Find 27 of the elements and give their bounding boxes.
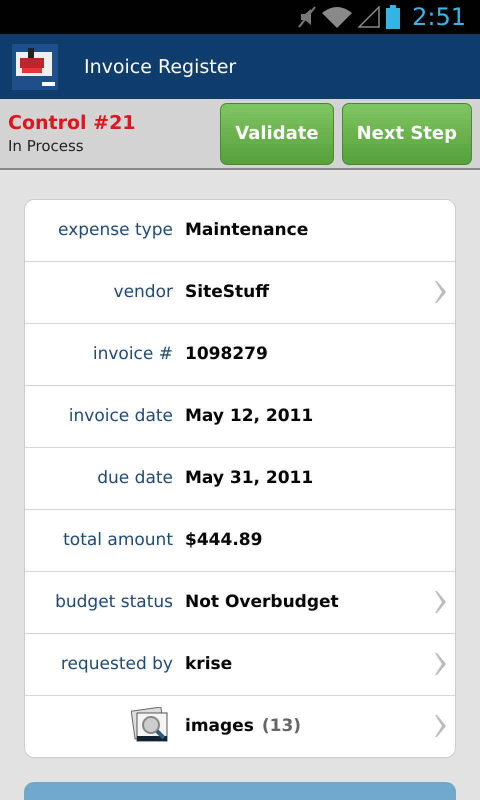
images-count: (13) (262, 716, 302, 736)
field-value: Maintenance (185, 220, 310, 240)
images-link[interactable]: images (185, 716, 254, 736)
field-value[interactable]: SiteStuff (185, 282, 435, 302)
field-label: budget status (54, 592, 173, 612)
field-value: $444.89 (185, 530, 264, 550)
field-label: vendor (112, 282, 173, 302)
field-label: total amount (62, 530, 173, 550)
mute-icon (298, 6, 316, 28)
signal-icon (358, 6, 380, 28)
field-value[interactable]: krise (185, 654, 435, 674)
field-label: invoice date (68, 406, 173, 426)
field-label: requested by (60, 654, 173, 674)
field-value: 1098279 (185, 344, 269, 364)
app-title: Invoice Register (84, 56, 236, 78)
field-value[interactable]: Not Overbudget (185, 592, 435, 612)
field-value: May 31, 2011 (185, 468, 314, 488)
field-label: invoice # (92, 344, 173, 364)
field-label: expense type (57, 220, 173, 240)
control-number: Control #21 (8, 112, 137, 134)
stamp-logo-icon (12, 44, 58, 90)
field-value: May 12, 2011 (185, 406, 314, 426)
wifi-icon (322, 6, 352, 28)
clock-time: 2:51 (412, 3, 466, 32)
battery-icon (386, 5, 400, 30)
field-label: due date (96, 468, 173, 488)
process-status: In Process (8, 137, 85, 156)
